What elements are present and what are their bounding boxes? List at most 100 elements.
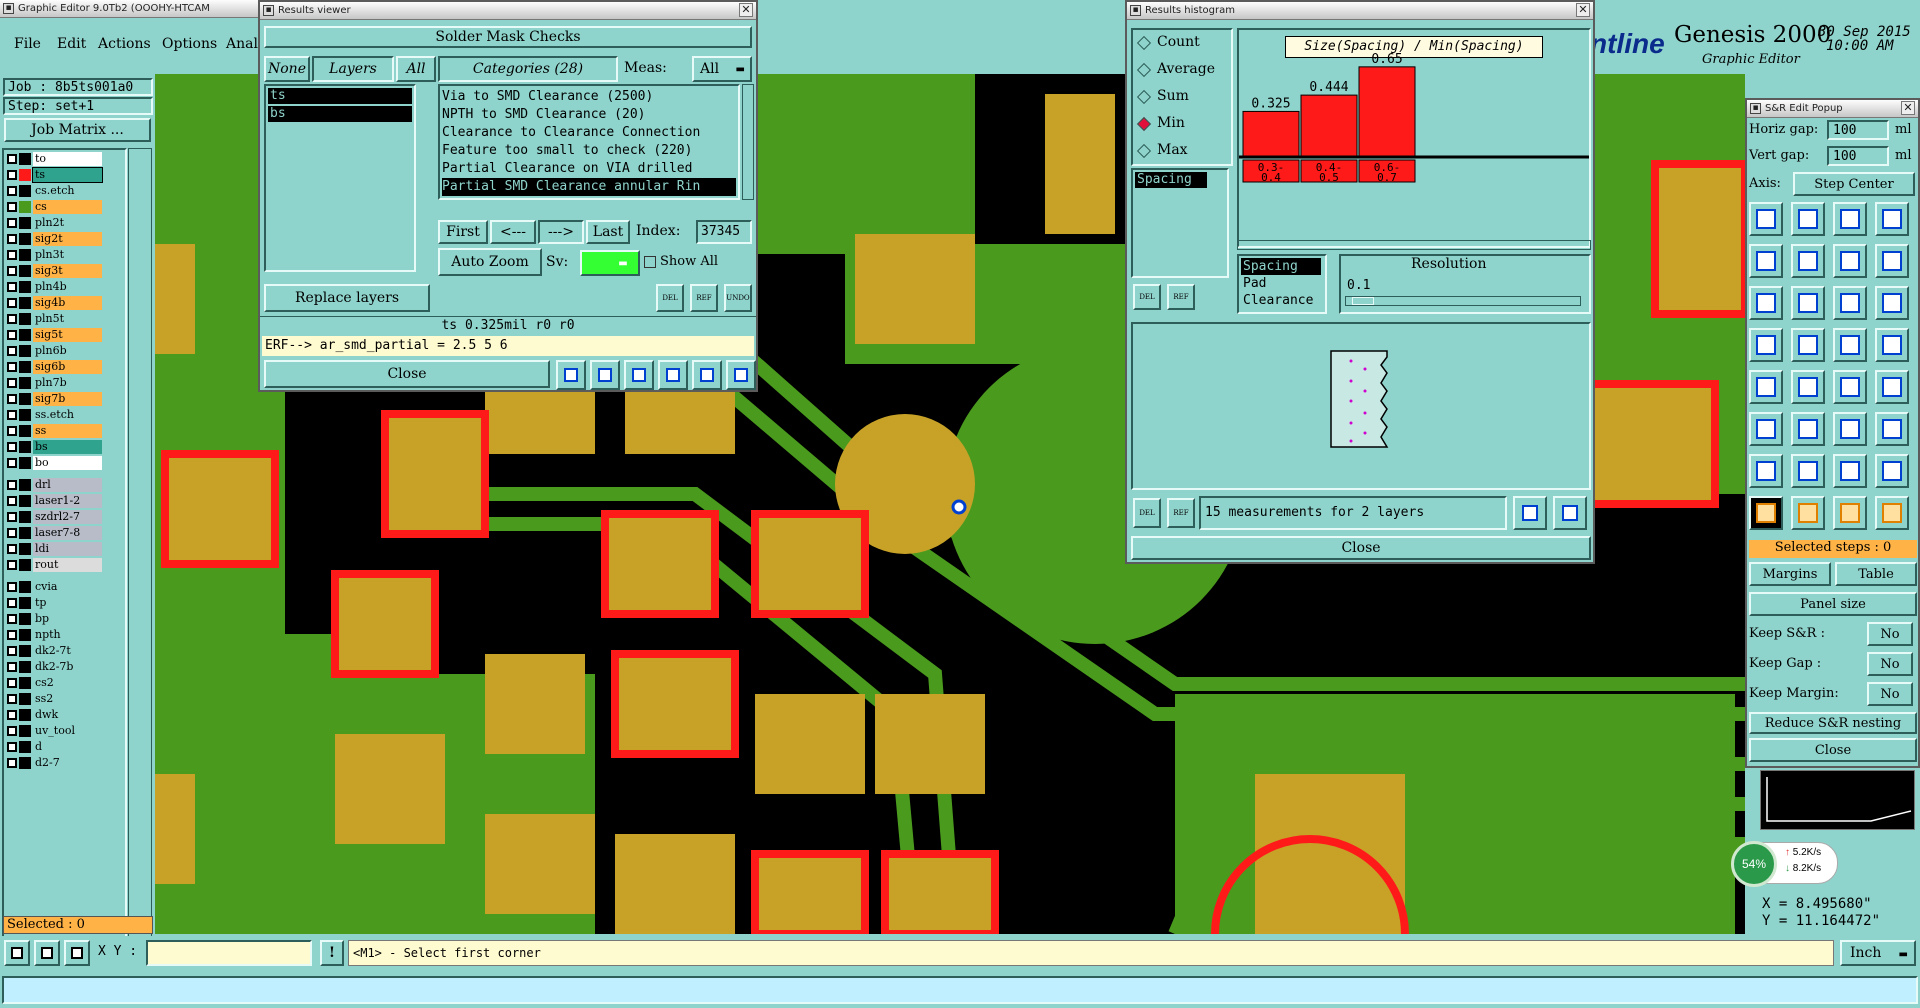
export-icon[interactable] [1513,496,1547,530]
axis-select[interactable]: Step Center [1793,172,1915,196]
arrow-up-icon[interactable] [1833,412,1867,446]
layer-row-d2-7[interactable]: d2-7 [6,756,102,771]
layer-checkbox[interactable] [7,582,17,592]
layer-row-pln5t[interactable]: pln5t [6,312,102,327]
tab-none[interactable]: None [264,56,310,82]
layer-name[interactable]: sig3t [33,264,102,278]
histogram-bar[interactable] [1300,94,1358,157]
layer-color-swatch[interactable] [19,479,31,491]
category-item[interactable]: Feature too small to check (220) [442,142,736,160]
layer-name[interactable]: uv_tool [33,724,102,738]
categories-tab[interactable]: Categories (28) [438,56,618,82]
layer-name[interactable]: dk2-7t [33,644,102,658]
layer-row-pln3t[interactable]: pln3t [6,248,102,263]
cross-icon[interactable] [1791,244,1825,278]
layer-color-swatch[interactable] [19,597,31,609]
measure-tool-icon[interactable] [34,940,60,966]
stack-icon[interactable] [1833,328,1867,362]
index-input[interactable]: 37345 [696,220,752,244]
undo-button[interactable]: UNDO [724,284,752,312]
distribute-icon[interactable] [1875,370,1909,404]
arrow-down-icon[interactable] [1875,412,1909,446]
pick-icon[interactable] [1791,496,1825,530]
unit-select[interactable]: Inch ▬ [1840,940,1916,966]
layer-row-pln2t[interactable]: pln2t [6,216,102,231]
layer-name[interactable]: cvia [33,580,102,594]
layers-list[interactable]: ts bs [264,84,416,272]
histogram-close-button[interactable]: Close [1131,536,1591,560]
layer-checkbox[interactable] [7,496,17,506]
layer-color-swatch[interactable] [19,725,31,737]
layer-name[interactable]: laser1-2 [33,494,102,508]
layer-checkbox[interactable] [7,544,17,554]
layer-color-swatch[interactable] [19,313,31,325]
flip-icon[interactable] [1833,244,1867,278]
layer-name[interactable]: sig6b [33,360,102,374]
arrow-left-icon[interactable] [1749,412,1783,446]
array-icon[interactable] [1833,202,1867,236]
layer-color-swatch[interactable] [19,185,31,197]
panel-size-button[interactable]: Panel size [1749,592,1917,616]
layer-color-swatch[interactable] [19,265,31,277]
results-close-button[interactable]: Close [264,360,550,388]
layer-row-sig6b[interactable]: sig6b [6,360,102,375]
layer-row-bp[interactable]: bp [6,612,102,627]
layer-row-sig3t[interactable]: sig3t [6,264,102,279]
layer-row-dk2-7t[interactable]: dk2-7t [6,644,102,659]
layer-checkbox[interactable] [7,758,17,768]
tool-icon[interactable] [556,360,586,390]
xy-input[interactable] [146,940,312,966]
layer-row-bo[interactable]: bo [6,456,102,471]
layer-name[interactable]: dwk [33,708,102,722]
layer-name[interactable]: to [33,152,102,166]
radio-icon[interactable] [1136,62,1152,78]
align-icon[interactable] [1749,286,1783,320]
shrink-v-icon[interactable] [1875,454,1909,488]
radio-icon[interactable] [1136,143,1152,159]
layer-row-laser1-2[interactable]: laser1-2 [6,494,102,509]
layer-row-cs2[interactable]: cs2 [6,676,102,691]
histogram-bar[interactable] [1358,66,1416,157]
layer-checkbox[interactable] [7,234,17,244]
layer-color-swatch[interactable] [19,613,31,625]
layer-color-swatch[interactable] [19,361,31,373]
layer-name[interactable]: cs.etch [33,184,102,198]
replace-layers-button[interactable]: Replace layers [264,284,430,312]
layer-checkbox[interactable] [7,442,17,452]
array-icon[interactable] [1791,202,1825,236]
first-button[interactable]: First [438,220,488,244]
layer-row-ss2[interactable]: ss2 [6,692,102,707]
next-button[interactable]: ---> [538,220,584,244]
align-icon[interactable] [1791,286,1825,320]
layer-color-swatch[interactable] [19,693,31,705]
resolution-slider[interactable] [1345,296,1581,306]
menu-actions[interactable]: Actions [98,36,151,52]
layer-name[interactable]: pln6b [33,344,102,358]
close-icon[interactable]: ✕ [1576,3,1590,17]
layer-name[interactable]: drl [33,478,102,492]
keep-margin-select[interactable]: No [1867,682,1913,706]
stack-icon[interactable] [1875,328,1909,362]
layer-checkbox[interactable] [7,528,17,538]
layer-row-ss[interactable]: ss [6,424,102,439]
layer-color-swatch[interactable] [19,329,31,341]
distribute-icon[interactable] [1791,370,1825,404]
layer-name[interactable]: pln3t [33,248,102,262]
layer-name[interactable]: cs2 [33,676,102,690]
auto-zoom-select[interactable]: Auto Zoom [438,248,542,276]
layer-checkbox[interactable] [7,186,17,196]
spacing-list[interactable]: Spacing [1131,168,1229,278]
measure-list[interactable]: Spacing Pad Clearance [1237,254,1327,314]
distribute-icon[interactable] [1833,370,1867,404]
hist-del-button-2[interactable]: DEL [1133,498,1161,528]
histogram-scrollbar[interactable] [1237,240,1591,250]
layer-name[interactable]: szdrl2-7 [33,510,102,524]
layer-name[interactable]: bp [33,612,102,626]
layer-color-swatch[interactable] [19,201,31,213]
layer-name[interactable]: rout [33,558,102,572]
layer-color-swatch[interactable] [19,581,31,593]
layer-name[interactable]: ldi [33,542,102,556]
layer-name[interactable]: sig2t [33,232,102,246]
move-icon[interactable] [1749,244,1783,278]
layer-color-swatch[interactable] [19,709,31,721]
